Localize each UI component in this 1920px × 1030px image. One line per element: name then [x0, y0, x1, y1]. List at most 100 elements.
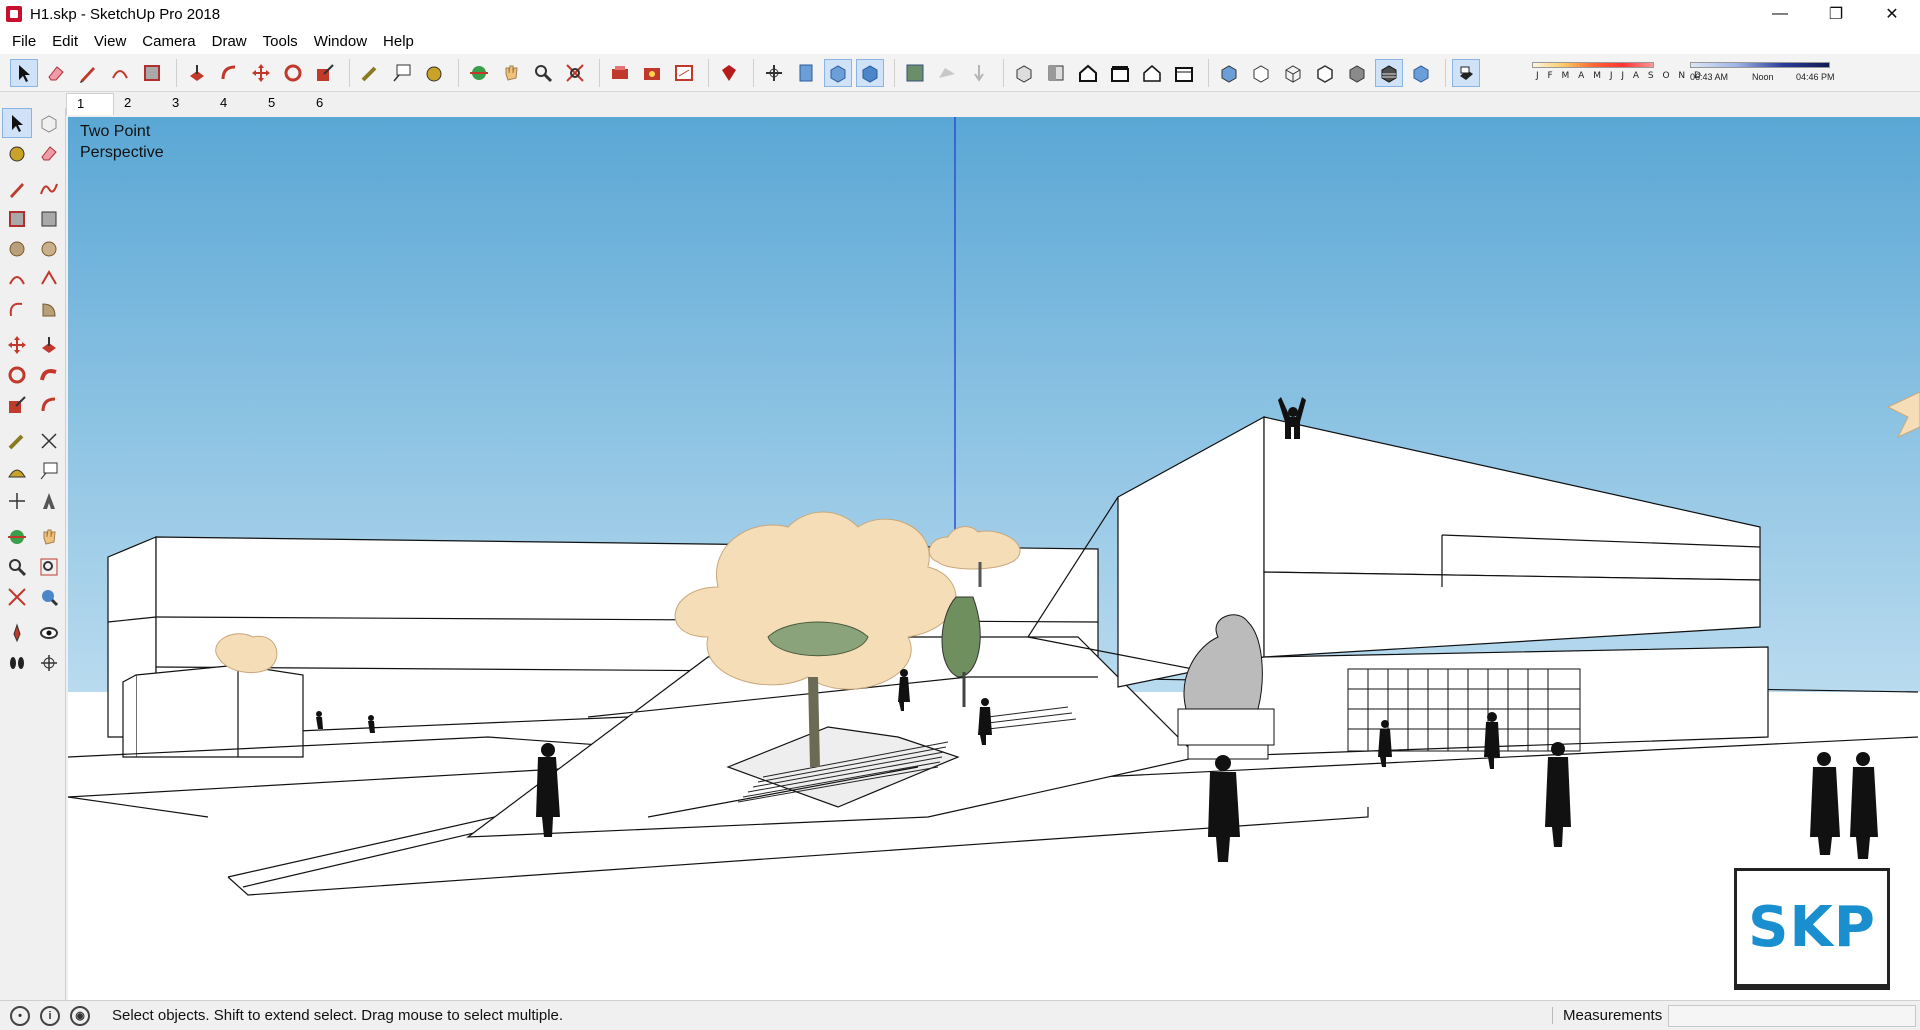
move-icon[interactable]: [247, 59, 275, 87]
3d-text-icon[interactable]: [34, 486, 64, 516]
dimension-icon[interactable]: [34, 426, 64, 456]
three-point-arc-icon[interactable]: [2, 294, 32, 324]
menu-tools[interactable]: Tools: [255, 31, 306, 52]
zoom-extents-icon[interactable]: [561, 59, 589, 87]
offset-icon[interactable]: [34, 390, 64, 420]
left-view-icon[interactable]: [1170, 59, 1198, 87]
front-view-icon[interactable]: [1074, 59, 1102, 87]
freehand-icon[interactable]: [34, 174, 64, 204]
display-section-cuts-icon[interactable]: [856, 58, 884, 87]
text-icon[interactable]: [388, 59, 416, 87]
scale-icon[interactable]: [311, 59, 339, 87]
shaded-textures-style-icon[interactable]: [1375, 58, 1403, 87]
line-pencil-icon[interactable]: [74, 59, 102, 87]
walk-icon[interactable]: [2, 648, 32, 678]
back-view-icon[interactable]: [1138, 59, 1166, 87]
scene-tab-4[interactable]: 4: [210, 93, 258, 115]
axes-icon[interactable]: [760, 59, 788, 87]
scene-tab-5[interactable]: 5: [258, 93, 306, 115]
scene-tab-6[interactable]: 6: [306, 93, 354, 115]
arc-icon[interactable]: [2, 264, 32, 294]
select-icon[interactable]: [2, 108, 32, 138]
previous-view-icon[interactable]: [34, 582, 64, 612]
section-plane-icon[interactable]: [34, 648, 64, 678]
arc-icon[interactable]: [106, 59, 134, 87]
scene-tab-2[interactable]: 2: [114, 93, 162, 115]
tape-measure-icon[interactable]: [2, 426, 32, 456]
rotate-icon[interactable]: [2, 360, 32, 390]
polygon-icon[interactable]: [34, 234, 64, 264]
scene-tab-3[interactable]: 3: [162, 93, 210, 115]
display-shadows-icon[interactable]: [1452, 58, 1480, 87]
paint-bucket-icon[interactable]: [2, 138, 32, 168]
circle-icon[interactable]: [2, 234, 32, 264]
measurements-input[interactable]: [1668, 1005, 1916, 1027]
menu-file[interactable]: File: [4, 31, 44, 52]
move-icon[interactable]: [2, 330, 32, 360]
back-edges-style-icon[interactable]: [1247, 59, 1275, 87]
user-account-icon[interactable]: ◉: [70, 1005, 90, 1026]
ruby-console-icon[interactable]: [715, 59, 743, 87]
shadow-time-slider[interactable]: [1690, 62, 1830, 68]
monochrome-style-icon[interactable]: [1407, 59, 1435, 87]
close-button[interactable]: ✕: [1864, 0, 1920, 28]
select-tool-icon[interactable]: [10, 58, 38, 87]
zoom-icon[interactable]: [2, 552, 32, 582]
make-component-icon[interactable]: [34, 108, 64, 138]
pan-hand-icon[interactable]: [497, 59, 525, 87]
pan-hand-icon[interactable]: [34, 522, 64, 552]
pie-icon[interactable]: [34, 294, 64, 324]
credits-info-icon[interactable]: i: [40, 1005, 60, 1026]
push-pull-icon[interactable]: [34, 330, 64, 360]
right-view-icon[interactable]: [1106, 59, 1134, 87]
tape-measure-icon[interactable]: [356, 59, 384, 87]
zoom-window-icon[interactable]: [34, 552, 64, 582]
wireframe-style-icon[interactable]: [1279, 59, 1307, 87]
two-point-arc-icon[interactable]: [34, 264, 64, 294]
shaded-style-icon[interactable]: [1343, 59, 1371, 87]
warehouse-icon[interactable]: [606, 59, 634, 87]
eraser-icon[interactable]: [34, 138, 64, 168]
xray-style-icon[interactable]: [1215, 59, 1243, 87]
text-icon[interactable]: [34, 456, 64, 486]
menu-camera[interactable]: Camera: [134, 31, 203, 52]
look-around-icon[interactable]: [34, 618, 64, 648]
menu-view[interactable]: View: [86, 31, 134, 52]
line-icon[interactable]: [2, 174, 32, 204]
menu-draw[interactable]: Draw: [204, 31, 255, 52]
position-camera-icon[interactable]: [2, 618, 32, 648]
geo-location-icon[interactable]: [901, 59, 929, 87]
menu-window[interactable]: Window: [306, 31, 375, 52]
hidden-line-style-icon[interactable]: [1311, 59, 1339, 87]
rectangle-icon[interactable]: [2, 204, 32, 234]
restore-button[interactable]: ❐: [1808, 0, 1864, 28]
offset-icon[interactable]: [215, 59, 243, 87]
display-section-planes-icon[interactable]: [824, 58, 852, 87]
extension-warehouse-icon[interactable]: [638, 59, 666, 87]
paint-bucket-icon[interactable]: [420, 59, 448, 87]
orbit-icon[interactable]: [465, 59, 493, 87]
menu-edit[interactable]: Edit: [44, 31, 86, 52]
scale-icon[interactable]: [2, 390, 32, 420]
shadow-month-slider[interactable]: [1532, 62, 1654, 68]
zoom-icon[interactable]: [529, 59, 557, 87]
minimize-button[interactable]: —: [1752, 0, 1808, 28]
follow-me-icon[interactable]: [34, 360, 64, 390]
geo-location-status-icon[interactable]: •: [10, 1005, 30, 1026]
push-pull-icon[interactable]: [183, 59, 211, 87]
eraser-icon[interactable]: [42, 59, 70, 87]
top-view-icon[interactable]: [1042, 59, 1070, 87]
menu-help[interactable]: Help: [375, 31, 422, 52]
axes-icon[interactable]: [2, 486, 32, 516]
protractor-icon[interactable]: [2, 456, 32, 486]
scene-tab-1[interactable]: 1: [66, 93, 114, 115]
layout-send-icon[interactable]: [670, 59, 698, 87]
rotate-icon[interactable]: [279, 59, 307, 87]
model-viewport[interactable]: Two Point Perspective: [68, 117, 1920, 1000]
iso-view-icon[interactable]: [1010, 59, 1038, 87]
section-plane-icon[interactable]: [792, 59, 820, 87]
orbit-icon[interactable]: [2, 522, 32, 552]
show-terrain-icon[interactable]: [933, 59, 961, 87]
rotated-rectangle-icon[interactable]: [34, 204, 64, 234]
rectangle-icon[interactable]: [138, 59, 166, 87]
